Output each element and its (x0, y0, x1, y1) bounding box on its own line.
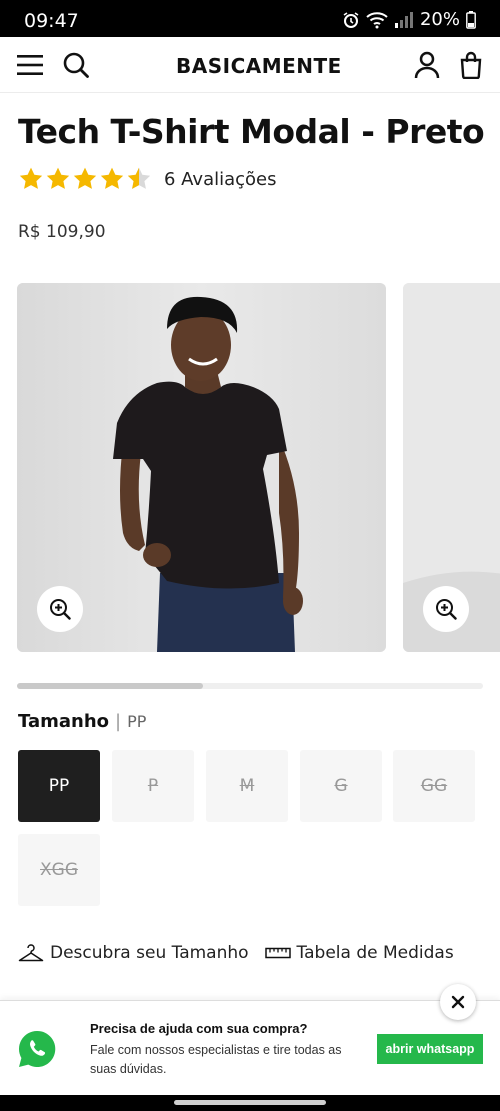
discover-size-label: Descubra seu Tamanho (50, 943, 249, 963)
search-button[interactable] (60, 49, 92, 81)
whatsapp-chat-banner: Precisa de ajuda com sua compra? Fale co… (0, 1000, 500, 1095)
reviews-count[interactable]: 6 Avaliações (164, 169, 277, 190)
zoom-button-next[interactable] (423, 586, 469, 632)
bag-icon (460, 51, 482, 79)
site-header: BASICAMENTE (0, 37, 500, 93)
whatsapp-icon (18, 1030, 56, 1067)
size-header: Tamanho | PP (18, 711, 146, 732)
size-option-label: GG (420, 776, 448, 796)
zoom-in-icon (50, 599, 71, 620)
menu-icon (17, 55, 43, 75)
product-price: R$ 109,90 (18, 222, 106, 242)
size-option-label: M (239, 776, 255, 796)
ruler-icon (264, 947, 291, 959)
size-label: Tamanho (18, 711, 110, 732)
size-chart-link[interactable]: Tabela de Medidas (264, 943, 454, 963)
size-option-pp[interactable]: PP (18, 750, 100, 822)
size-helper-links: Descubra seu Tamanho Tabela de Medidas (18, 943, 454, 963)
wifi-icon (366, 11, 388, 28)
battery-icon (466, 10, 476, 29)
size-option-label: PP (48, 776, 70, 796)
product-gallery[interactable] (17, 283, 500, 653)
size-option-label: P (147, 776, 159, 796)
chat-title: Precisa de ajuda com sua compra? (90, 1021, 308, 1036)
product-photo[interactable] (17, 283, 386, 652)
close-icon (451, 995, 465, 1009)
close-chat-button[interactable] (440, 984, 476, 1020)
battery-percent: 20% (419, 9, 460, 30)
rating-stars (18, 166, 152, 192)
size-option-gg[interactable]: GG (393, 750, 475, 822)
discover-size-link[interactable]: Descubra seu Tamanho (18, 943, 249, 963)
size-separator: | (115, 711, 122, 732)
size-option-label: XGG (40, 860, 78, 880)
rating[interactable]: 6 Avaliações (18, 166, 277, 192)
size-option-g[interactable]: G (300, 750, 382, 822)
size-selected-value: PP (127, 712, 147, 731)
brand-logo[interactable]: BASICAMENTE (176, 54, 342, 78)
status-time: 09:47 (24, 10, 79, 32)
user-icon (414, 51, 440, 79)
bag-button[interactable] (455, 49, 487, 81)
chat-text: Fale com nossos especialistas e tire tod… (90, 1043, 342, 1076)
alarm-icon (343, 11, 359, 28)
account-button[interactable] (411, 49, 443, 81)
product-photo-next[interactable] (403, 283, 500, 652)
size-option-xgg[interactable]: XGG (18, 834, 100, 906)
product-title: Tech T-Shirt Modal - Preto (18, 112, 485, 151)
size-option-label: G (334, 776, 348, 796)
star-half-icon (127, 167, 151, 189)
hanger-icon (18, 944, 44, 962)
size-option-m[interactable]: M (206, 750, 288, 822)
size-chart-label: Tabela de Medidas (296, 943, 454, 963)
status-icons: 20% (342, 9, 476, 30)
star-icon (19, 167, 43, 189)
system-nav-bar (0, 1095, 500, 1111)
gallery-scrollbar[interactable] (17, 683, 483, 689)
home-indicator[interactable] (174, 1100, 326, 1105)
status-bar: 09:47 20% (0, 0, 500, 37)
open-whatsapp-button[interactable]: abrir whatsapp (377, 1034, 483, 1064)
signal-icon (394, 11, 413, 28)
zoom-button[interactable] (37, 586, 83, 632)
size-option-p[interactable]: P (112, 750, 194, 822)
star-icon (73, 167, 97, 189)
gallery-scroll-thumb[interactable] (17, 683, 204, 689)
search-icon (63, 52, 89, 78)
menu-button[interactable] (14, 49, 46, 81)
zoom-in-icon (436, 599, 457, 620)
star-icon (46, 167, 70, 189)
star-icon (100, 167, 124, 189)
